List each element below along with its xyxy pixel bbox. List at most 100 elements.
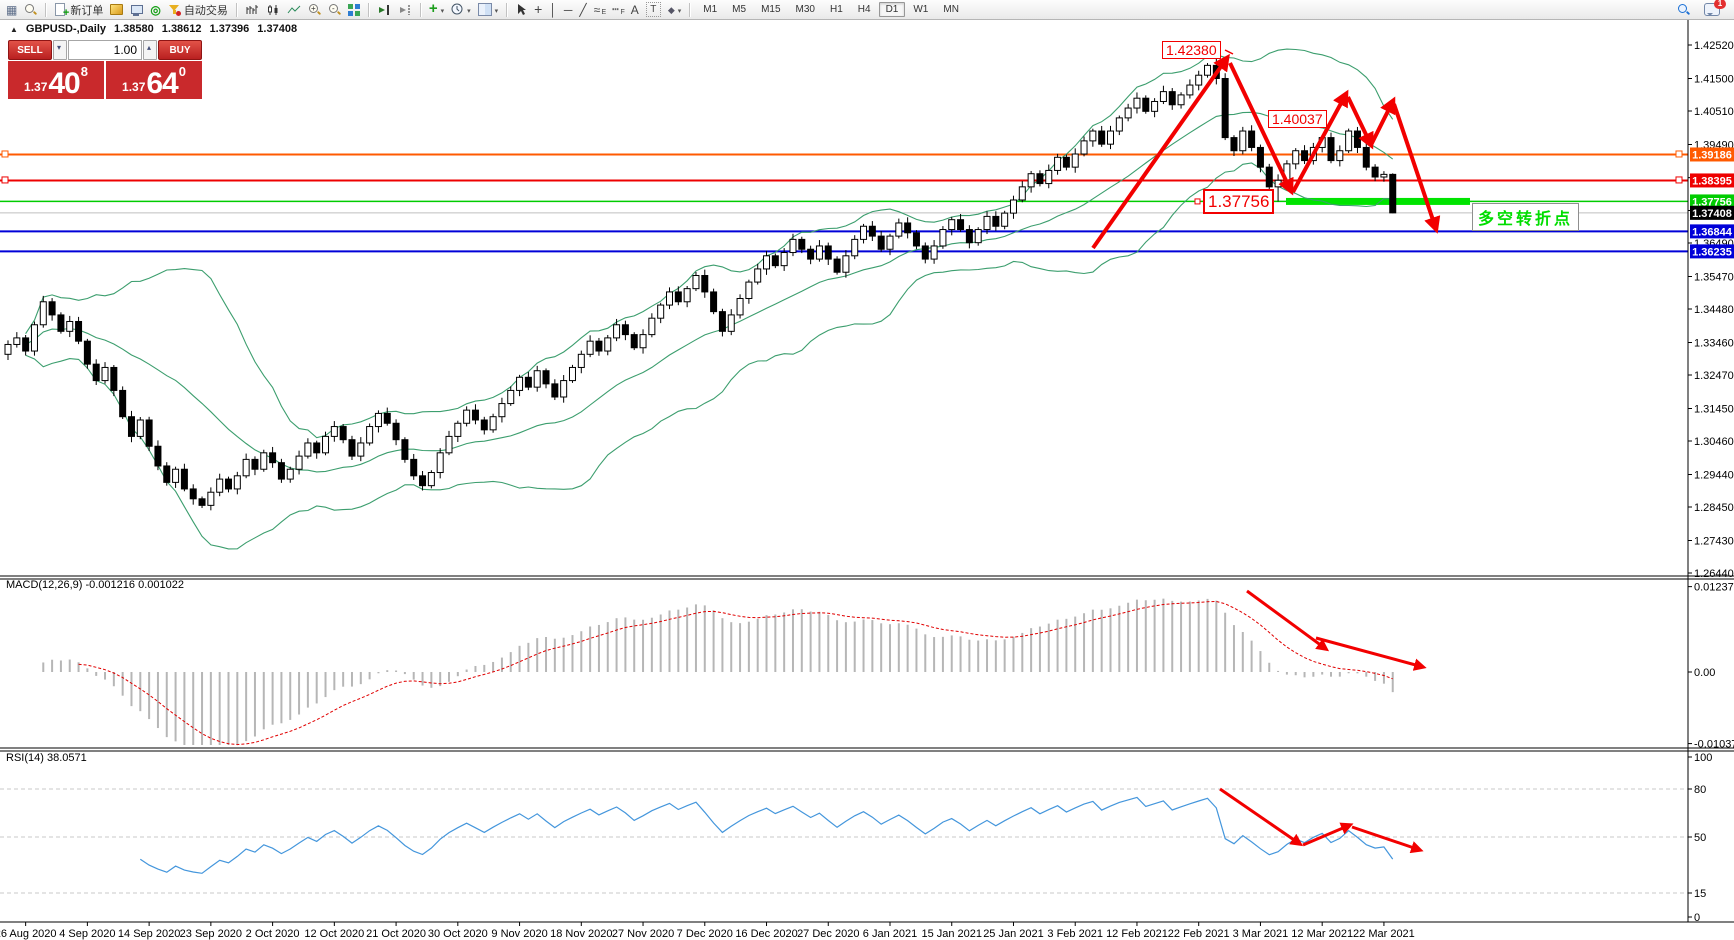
- timeframe-h1[interactable]: H1: [823, 2, 850, 17]
- autotrade-label: 自动交易: [184, 2, 228, 18]
- funnel-icon: [168, 4, 181, 16]
- shapes-button[interactable]: [666, 2, 683, 18]
- buy-button[interactable]: BUY: [158, 40, 202, 60]
- text-label-tool-button[interactable]: [644, 2, 663, 18]
- periods-button[interactable]: [449, 2, 473, 18]
- timeframe-w1[interactable]: W1: [906, 2, 935, 17]
- zoom-in-button[interactable]: +: [306, 2, 323, 18]
- svg-text:0: 0: [1694, 912, 1700, 924]
- window-grid-icon: [6, 3, 17, 17]
- one-click-prices: 1.37408 1.37640: [8, 61, 202, 99]
- svg-text:1.41500: 1.41500: [1694, 73, 1734, 85]
- zoom-in-icon: +: [308, 3, 321, 16]
- zoom-out-button[interactable]: -: [326, 2, 343, 18]
- svg-text:80: 80: [1694, 784, 1706, 796]
- crosshair-tool-button[interactable]: [532, 2, 544, 18]
- chart-shift-button[interactable]: [396, 2, 414, 18]
- toolbar-right-group: 1: [1675, 2, 1722, 18]
- svg-text:25 Jan 2021: 25 Jan 2021: [983, 928, 1044, 940]
- timeframe-m30[interactable]: M30: [789, 2, 822, 17]
- auto-scroll-button[interactable]: [375, 2, 393, 18]
- chevron-down-icon: [467, 4, 471, 16]
- indicators-button[interactable]: [427, 2, 446, 18]
- timeframe-h4[interactable]: H4: [851, 2, 878, 17]
- zoom-out-icon: -: [328, 3, 341, 16]
- annotation-bounce-price[interactable]: 1.40037: [1268, 110, 1327, 128]
- svg-text:22 Feb 2021: 22 Feb 2021: [1168, 928, 1230, 940]
- macd-layer: [43, 599, 1392, 745]
- line-chart-type-button[interactable]: [285, 2, 303, 18]
- vertical-line-tool-button[interactable]: [547, 2, 559, 18]
- timeframe-mn[interactable]: MN: [936, 2, 966, 17]
- chevron-down-icon: [678, 4, 682, 16]
- buy-price-pip: 0: [179, 64, 186, 79]
- toolbar-separator: [506, 3, 507, 17]
- svg-text:100: 100: [1694, 752, 1712, 764]
- annotation-turning-point[interactable]: 多空转折点: [1472, 203, 1579, 231]
- notifications-button[interactable]: 1: [1702, 2, 1722, 18]
- buy-price-main: 64: [146, 70, 177, 97]
- svg-text:0.00: 0.00: [1694, 667, 1715, 679]
- templates-button[interactable]: [476, 2, 501, 18]
- volume-decrease-button[interactable]: [53, 40, 67, 60]
- signals-icon[interactable]: [148, 2, 162, 18]
- toolbar-separator: [368, 3, 369, 17]
- svg-text:1.29440: 1.29440: [1694, 469, 1734, 481]
- svg-text:4 Sep 2020: 4 Sep 2020: [59, 928, 115, 940]
- svg-text:50: 50: [1694, 832, 1706, 844]
- svg-text:12 Mar 2021: 12 Mar 2021: [1291, 928, 1353, 940]
- collapse-arrow-icon[interactable]: ▲: [10, 25, 18, 34]
- equidistant-channel-tool-button[interactable]: [592, 2, 608, 18]
- annotation-support-price[interactable]: 1.37756: [1203, 189, 1274, 214]
- timeframe-m15[interactable]: M15: [754, 2, 787, 17]
- magnifier-icon: [24, 3, 37, 16]
- search-button[interactable]: [1675, 2, 1692, 18]
- svg-text:1.31450: 1.31450: [1694, 403, 1734, 415]
- volume-input[interactable]: [68, 40, 142, 60]
- candles-layer: [5, 50, 1396, 511]
- expert-advisors-icon[interactable]: [108, 2, 125, 18]
- annotation-peak-price[interactable]: 1.42380: [1162, 41, 1221, 59]
- buy-price-prefix: 1.37: [122, 80, 145, 94]
- axis-layer: 1.425201.415001.405101.394901.384801.374…: [0, 20, 1734, 940]
- svg-text:22 Mar 2021: 22 Mar 2021: [1353, 928, 1415, 940]
- horizontal-line-tool-button[interactable]: [562, 2, 575, 18]
- bar-chart-type-button[interactable]: [243, 2, 261, 18]
- chart-canvas[interactable]: 1.425201.415001.405101.394901.384801.374…: [0, 20, 1734, 940]
- new-order-label: 新订单: [70, 2, 103, 18]
- svg-text:1.28450: 1.28450: [1694, 502, 1734, 514]
- buy-price-panel[interactable]: 1.37640: [106, 61, 202, 99]
- trendline-tool-button[interactable]: [577, 2, 588, 18]
- monitor-icon: [130, 4, 143, 16]
- timeframe-d1[interactable]: D1: [879, 2, 906, 17]
- toolbar-separator: [420, 3, 421, 17]
- macd-indicator-label: MACD(12,26,9) -0.001216 0.001022: [6, 579, 184, 591]
- sell-price-prefix: 1.37: [24, 80, 47, 94]
- volume-increase-button[interactable]: [143, 40, 157, 60]
- yellow-box-icon: [110, 4, 123, 15]
- sell-price-panel[interactable]: 1.37408: [8, 61, 104, 99]
- sell-button[interactable]: SELL: [8, 40, 52, 60]
- charts-window-icon[interactable]: [4, 2, 19, 18]
- bollinger-bands-layer: [26, 49, 1393, 549]
- fibonacci-f-icon: [612, 2, 624, 17]
- autotrade-button[interactable]: 自动交易: [166, 2, 230, 18]
- svg-text:30 Oct 2020: 30 Oct 2020: [428, 928, 488, 940]
- line-chart-icon: [287, 4, 301, 16]
- chart-preview-icon[interactable]: [22, 2, 39, 18]
- tile-windows-button[interactable]: [346, 2, 362, 18]
- candlestick-type-button[interactable]: [264, 2, 282, 18]
- fibonacci-tool-button[interactable]: [610, 2, 626, 18]
- horizontal-lines-layer: [0, 151, 1688, 251]
- new-order-button[interactable]: 新订单: [52, 2, 105, 18]
- timeframe-m5[interactable]: M5: [725, 2, 753, 17]
- channel-e-icon: [594, 3, 606, 17]
- ohlc-low: 1.37396: [210, 23, 250, 35]
- auto-scroll-icon: [377, 4, 391, 16]
- timeframe-m1[interactable]: M1: [696, 2, 724, 17]
- cursor-tool-button[interactable]: [513, 2, 529, 18]
- svg-text:1.37408: 1.37408: [1692, 208, 1732, 220]
- publisher-icon[interactable]: [128, 2, 145, 18]
- text-tool-button[interactable]: [629, 2, 641, 18]
- ohlc-high: 1.38612: [162, 23, 202, 35]
